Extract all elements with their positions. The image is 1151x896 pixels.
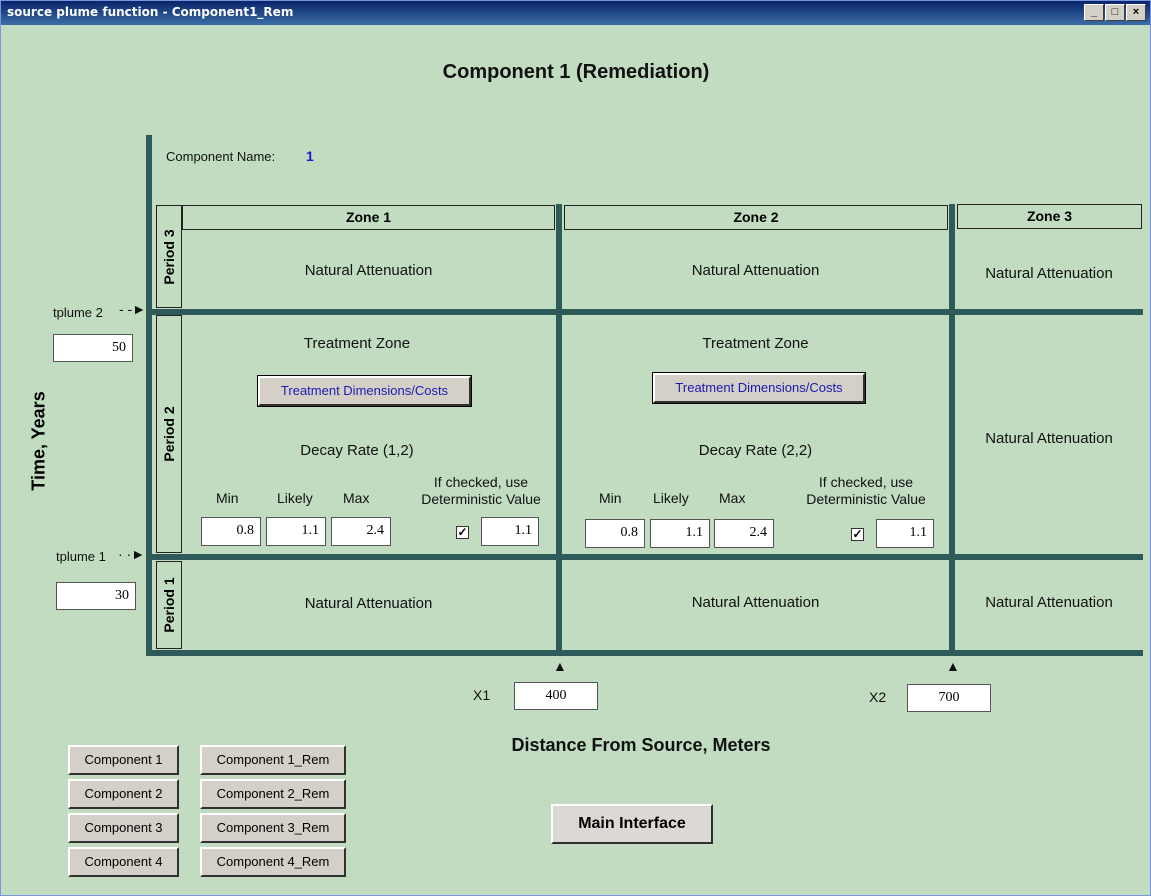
zone2-likely-input[interactable]: 1.1	[650, 519, 710, 548]
x-axis-line	[146, 650, 1143, 656]
period-1-box: Period 1	[156, 561, 182, 649]
zone2-min-label: Min	[599, 490, 622, 506]
period-2-label: Period 2	[161, 406, 177, 462]
zone2-deterministic-input[interactable]: 1.1	[876, 519, 934, 548]
main-interface-button[interactable]: Main Interface	[551, 804, 713, 844]
period1-zone3-text: Natural Attenuation	[985, 594, 1113, 611]
maximize-button[interactable]: □	[1105, 4, 1125, 21]
tplume2-input[interactable]: 50	[53, 334, 133, 362]
x1-input[interactable]: 400	[514, 682, 598, 710]
y-axis-label-wrap: Time, Years	[19, 381, 59, 501]
window-title: source plume function - Component1_Rem	[7, 5, 294, 19]
tplume2-line	[146, 309, 1143, 315]
component-1-rem-button[interactable]: Component 1_Rem	[200, 745, 346, 775]
zone2-det-label-2: Deterministic Value	[806, 491, 926, 507]
zone1-min-input[interactable]: 0.8	[201, 517, 261, 546]
zone1-min-label: Min	[216, 490, 239, 506]
component-4-rem-button[interactable]: Component 4_Rem	[200, 847, 346, 877]
component-3-rem-button[interactable]: Component 3_Rem	[200, 813, 346, 843]
tplume2-label: tplume 2	[53, 305, 103, 320]
zone-2-header: Zone 2	[564, 205, 948, 230]
tplume1-input[interactable]: 30	[56, 582, 136, 610]
component-4-button[interactable]: Component 4	[68, 847, 179, 877]
tplume2-arrow-icon: - -►	[119, 301, 147, 317]
zone2-deterministic-checkbox[interactable]: ✓	[851, 528, 864, 541]
zone1-decay-label: Decay Rate (1,2)	[300, 442, 414, 459]
x1-arrow-icon: ▲	[553, 658, 567, 674]
tplume1-label: tplume 1	[56, 549, 106, 564]
component-2-button[interactable]: Component 2	[68, 779, 179, 809]
zone1-det-label-1: If checked, use	[433, 474, 529, 490]
y-axis-label: Time, Years	[28, 391, 49, 491]
zone2-treatment-title: Treatment Zone	[702, 335, 809, 352]
component-3-button[interactable]: Component 3	[68, 813, 179, 843]
zone2-likely-label: Likely	[653, 490, 689, 506]
zone1-max-input[interactable]: 2.4	[331, 517, 391, 546]
component-name-value: 1	[306, 148, 314, 164]
zone1-likely-input[interactable]: 1.1	[266, 517, 326, 546]
zone1-det-label-2: Deterministic Value	[421, 491, 541, 507]
zone1-likely-label: Likely	[277, 490, 313, 506]
zone2-max-label: Max	[719, 490, 746, 506]
page-title: Component 1 (Remediation)	[442, 61, 710, 83]
component-2-rem-button[interactable]: Component 2_Rem	[200, 779, 346, 809]
period3-zone3-text: Natural Attenuation	[985, 265, 1113, 282]
period-2-box: Period 2	[156, 315, 182, 553]
zone1-treatment-title: Treatment Zone	[303, 335, 411, 352]
period3-zone1-text: Natural Attenuation	[304, 262, 433, 279]
x-axis-label: Distance From Source, Meters	[511, 735, 771, 755]
y-axis-line	[146, 135, 152, 655]
period1-zone2-text: Natural Attenuation	[691, 594, 820, 611]
period-3-label: Period 3	[161, 228, 177, 285]
zone2-min-input[interactable]: 0.8	[585, 519, 645, 548]
zone1-deterministic-input[interactable]: 1.1	[481, 517, 539, 546]
period3-zone2-text: Natural Attenuation	[691, 262, 820, 279]
x1-label: X1	[473, 687, 491, 703]
close-button[interactable]: ×	[1126, 4, 1146, 21]
x2-label: X2	[869, 689, 887, 705]
zone1-deterministic-checkbox[interactable]: ✓	[456, 526, 469, 539]
period2-zone3-text: Natural Attenuation	[985, 430, 1113, 447]
zone2-treatment-costs-button[interactable]: Treatment Dimensions/Costs	[652, 372, 866, 404]
zone1-max-label: Max	[343, 490, 370, 506]
period-1-label: Period 1	[161, 577, 177, 633]
zone2-det-label-1: If checked, use	[818, 474, 914, 490]
title-bar: source plume function - Component1_Rem _…	[1, 1, 1150, 25]
component-name-label: Component Name:	[166, 149, 276, 164]
x2-input[interactable]: 700	[907, 684, 991, 712]
tplume1-arrow-icon: · ·►	[118, 546, 146, 562]
zone-3-header: Zone 3	[957, 204, 1142, 229]
period-3-box: Period 3	[156, 205, 182, 308]
zone2-max-input[interactable]: 2.4	[714, 519, 774, 548]
x2-arrow-icon: ▲	[946, 658, 960, 674]
component-1-button[interactable]: Component 1	[68, 745, 179, 775]
zone1-treatment-costs-button[interactable]: Treatment Dimensions/Costs	[257, 375, 472, 407]
zone2-decay-label: Decay Rate (2,2)	[698, 442, 813, 459]
tplume1-line	[146, 554, 1143, 560]
period1-zone1-text: Natural Attenuation	[304, 595, 433, 612]
app-window: source plume function - Component1_Rem _…	[0, 0, 1151, 896]
zone-1-header: Zone 1	[182, 205, 555, 230]
minimize-button[interactable]: _	[1084, 4, 1104, 21]
